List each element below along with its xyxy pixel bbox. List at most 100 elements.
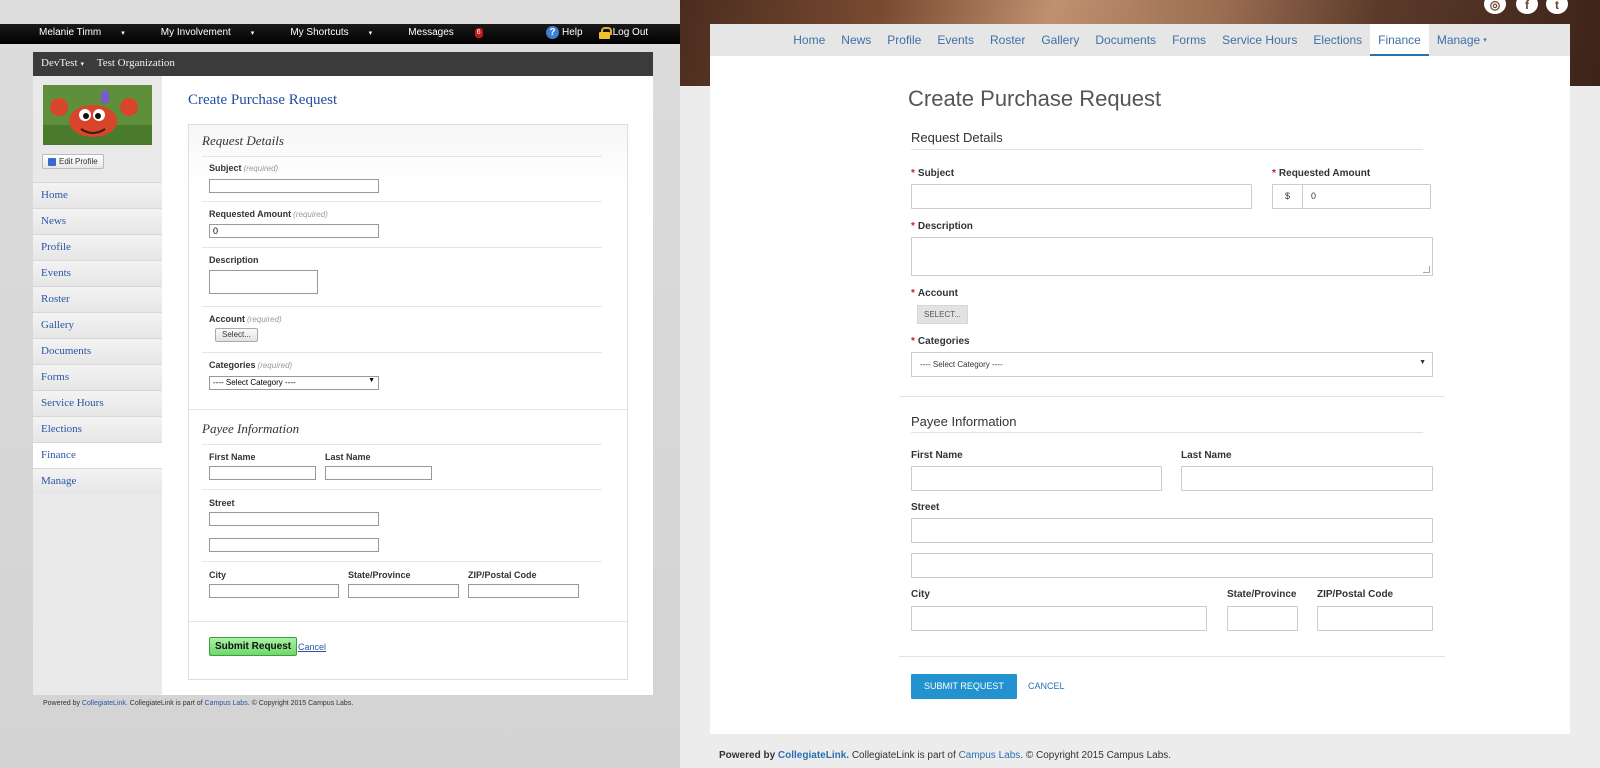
footer-copyright: . © Copyright 2015 Campus Labs.: [1020, 750, 1172, 761]
sidebar-item-home[interactable]: Home: [33, 182, 162, 208]
city-input[interactable]: [911, 606, 1207, 631]
first-name-label: First Name: [911, 450, 963, 461]
payee-information-heading: Payee Information: [911, 414, 1017, 429]
zip-input[interactable]: [1317, 606, 1433, 631]
sidebar-item-news[interactable]: News: [33, 208, 162, 234]
required-note: (required): [243, 164, 279, 173]
edit-profile-button[interactable]: Edit Profile: [42, 154, 104, 169]
categories-label-text: Categories: [209, 360, 256, 370]
zip-input[interactable]: [468, 584, 579, 598]
collegiatelink-link[interactable]: CollegiateLink.: [778, 750, 849, 761]
requested-amount-label: * Requested Amount: [1272, 168, 1370, 179]
first-name-input[interactable]: [209, 466, 316, 480]
messages-count-badge: 6: [474, 28, 483, 38]
logout-label: Log Out: [612, 27, 649, 38]
my-shortcuts-menu[interactable]: My Shortcuts ▾: [290, 27, 390, 38]
sidebar-item-documents[interactable]: Documents: [33, 338, 162, 364]
sidebar-item-events[interactable]: Events: [33, 260, 162, 286]
subject-input[interactable]: [911, 184, 1252, 209]
sidebar-item-service-hours[interactable]: Service Hours: [33, 390, 162, 416]
tab-home[interactable]: Home: [785, 24, 833, 56]
help-link[interactable]: ? Help: [546, 26, 583, 39]
categories-select[interactable]: ---- Select Category ---- ▼: [209, 376, 379, 390]
tab-gallery[interactable]: Gallery: [1033, 24, 1087, 56]
tab-manage-label: Manage: [1436, 33, 1481, 47]
divider: [202, 201, 602, 202]
categories-selected-value: ---- Select Category ----: [213, 378, 296, 387]
payee-information-heading: Payee Information: [202, 421, 300, 436]
divider: [202, 352, 602, 353]
submit-request-button[interactable]: Submit Request: [209, 637, 298, 656]
tab-profile[interactable]: Profile: [879, 24, 929, 56]
tab-events[interactable]: Events: [929, 24, 982, 56]
purchase-request-form: Request Details Subject (required) Reques…: [188, 124, 628, 680]
account-select-button[interactable]: Select...: [215, 328, 258, 342]
my-involvement-menu[interactable]: My Involvement ▾: [161, 27, 273, 38]
collegiatelink-link[interactable]: CollegiateLink.: [82, 700, 128, 707]
account-select-button[interactable]: SELECT...: [917, 305, 968, 324]
org-switcher[interactable]: DevTest ▾: [41, 57, 84, 69]
sidebar-item-manage[interactable]: Manage: [33, 468, 162, 494]
first-name-input[interactable]: [911, 466, 1162, 491]
subject-label: * Subject: [911, 168, 954, 179]
organization-name[interactable]: Test Organization: [97, 57, 175, 69]
sidebar-item-finance[interactable]: Finance: [33, 442, 162, 468]
street-line-2-input[interactable]: [209, 538, 379, 552]
city-label: City: [209, 570, 227, 580]
requested-amount-label: Requested Amount (required): [209, 209, 328, 219]
required-marker: *: [911, 336, 915, 347]
tab-elections[interactable]: Elections: [1305, 24, 1370, 56]
tab-documents[interactable]: Documents: [1087, 24, 1164, 56]
street-line-2-input[interactable]: [911, 553, 1433, 578]
street-line-1-input[interactable]: [911, 518, 1433, 543]
state-label: State/Province: [1227, 589, 1297, 600]
tab-forms[interactable]: Forms: [1164, 24, 1214, 56]
divider: [189, 621, 627, 622]
requested-amount-input[interactable]: 0: [1302, 184, 1431, 209]
user-menu[interactable]: Melanie Timm ▾: [39, 27, 143, 38]
description-textarea[interactable]: [911, 237, 1433, 276]
sidebar-item-forms[interactable]: Forms: [33, 364, 162, 390]
sidebar-item-roster[interactable]: Roster: [33, 286, 162, 312]
requested-amount-label-text: Requested Amount: [1278, 168, 1371, 179]
last-name-input[interactable]: [1181, 466, 1433, 491]
account-label-text: Account: [917, 288, 958, 299]
tab-finance[interactable]: Finance: [1370, 24, 1429, 56]
old-ui-screenshot: Melanie Timm ▾ My Involvement ▾ My Shortcu…: [0, 0, 680, 768]
required-note: (required): [293, 210, 328, 219]
sidebar-item-elections[interactable]: Elections: [33, 416, 162, 442]
zip-label: ZIP/Postal Code: [1317, 589, 1394, 600]
tab-service-hours[interactable]: Service Hours: [1214, 24, 1305, 56]
required-marker: *: [1272, 168, 1276, 179]
submit-request-button[interactable]: SUBMIT REQUEST: [911, 674, 1017, 699]
subject-input[interactable]: [209, 179, 379, 193]
last-name-label: Last Name: [1181, 450, 1232, 461]
subject-label-text: Subject: [917, 168, 955, 179]
cancel-link[interactable]: Cancel: [298, 642, 326, 652]
messages-link[interactable]: Messages 6: [408, 27, 500, 38]
tab-news[interactable]: News: [833, 24, 879, 56]
footer-powered-by: Powered by: [719, 750, 776, 761]
state-input[interactable]: [1227, 606, 1298, 631]
state-input[interactable]: [348, 584, 459, 598]
logout-link[interactable]: Log Out: [598, 26, 649, 39]
requested-amount-input[interactable]: 0: [209, 224, 379, 238]
city-input[interactable]: [209, 584, 339, 598]
cancel-link[interactable]: CANCEL: [1028, 681, 1065, 691]
description-label-text: Description: [917, 221, 973, 232]
description-textarea[interactable]: [209, 270, 318, 294]
account-label: * Account: [911, 288, 958, 299]
tab-roster[interactable]: Roster: [982, 24, 1033, 56]
last-name-input[interactable]: [325, 466, 432, 480]
sidebar-item-gallery[interactable]: Gallery: [33, 312, 162, 338]
last-name-label: Last Name: [325, 452, 371, 462]
tab-manage[interactable]: Manage ▾: [1429, 24, 1495, 56]
street-line-1-input[interactable]: [209, 512, 379, 526]
campus-labs-link[interactable]: Campus Labs: [959, 750, 1021, 761]
request-details-heading: Request Details: [202, 133, 284, 148]
sidebar-item-profile[interactable]: Profile: [33, 234, 162, 260]
campus-labs-link[interactable]: Campus Labs: [205, 700, 248, 707]
categories-select[interactable]: ---- Select Category ---- ▼: [911, 352, 1433, 377]
chevron-down-icon: ▾: [80, 60, 85, 68]
divider: [202, 489, 602, 490]
